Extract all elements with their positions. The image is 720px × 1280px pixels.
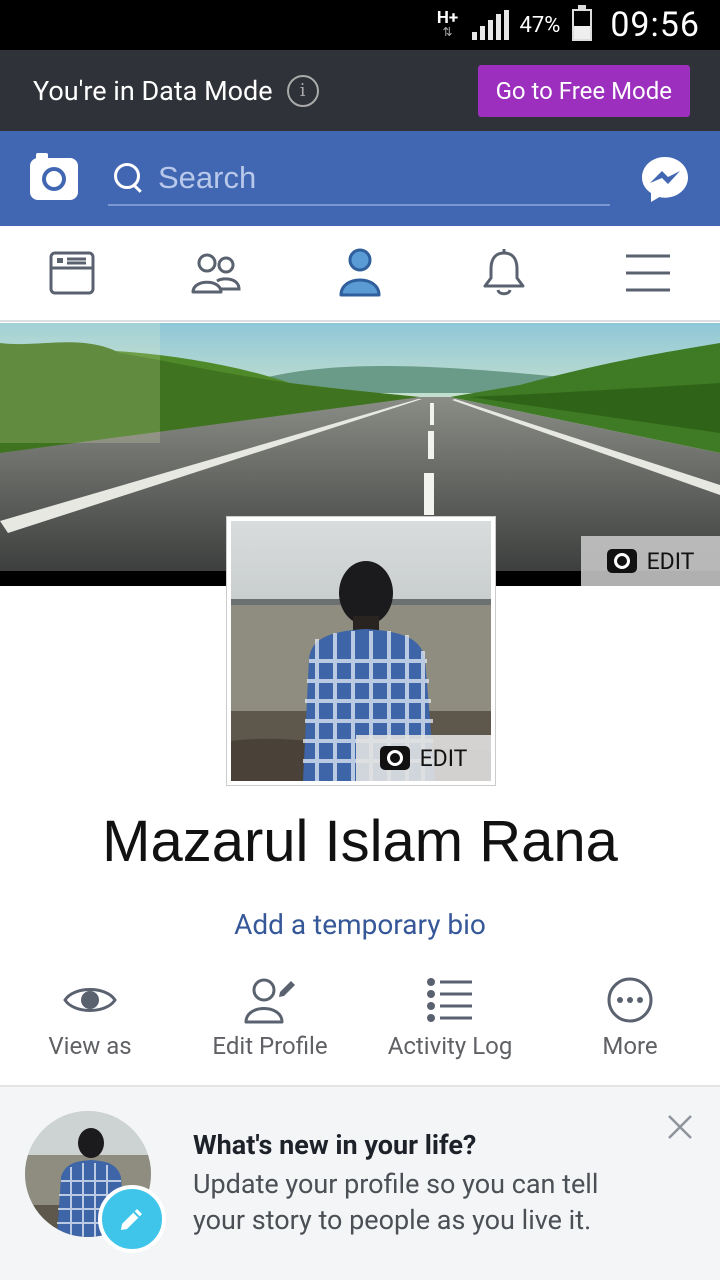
tab-menu[interactable] (603, 228, 693, 318)
add-bio-link[interactable]: Add a temporary bio (0, 908, 720, 941)
close-icon[interactable] (666, 1113, 694, 1141)
profile-name: Mazarul Islam Rana (102, 809, 618, 874)
battery-percent: 47% (519, 12, 561, 38)
messenger-icon[interactable] (640, 155, 690, 203)
battery-icon (572, 5, 593, 41)
prompt-text: Update your profile so you can tell your… (193, 1168, 599, 1236)
picture-edit-label: EDIT (419, 744, 468, 772)
profile-picture[interactable]: EDIT (226, 516, 496, 786)
cover-edit-button[interactable]: EDIT (581, 536, 720, 586)
activity-log-button[interactable]: Activity Log (360, 972, 540, 1082)
free-mode-button[interactable]: Go to Free Mode (477, 64, 690, 117)
top-bar (0, 131, 720, 226)
profile-prompt-card: What's new in your life? Update your pro… (0, 1085, 720, 1280)
search-input[interactable] (158, 159, 578, 196)
view-as-label: View as (48, 1032, 132, 1060)
tab-news-feed[interactable] (27, 228, 117, 318)
info-icon[interactable]: i (286, 74, 319, 107)
more-label: More (602, 1032, 658, 1060)
profile-icon (339, 248, 381, 297)
view-as-button[interactable]: View as (0, 972, 180, 1082)
network-indicator: H+ ⇅ (432, 10, 462, 40)
edit-profile-label: Edit Profile (212, 1032, 328, 1060)
cover-edit-label: EDIT (646, 547, 695, 575)
main-nav (0, 226, 720, 322)
more-icon (607, 977, 653, 1023)
pencil-icon (121, 1209, 142, 1230)
camera-icon (379, 746, 410, 770)
edit-profile-icon (244, 978, 295, 1024)
tab-profile[interactable] (315, 228, 405, 318)
list-icon (427, 978, 472, 1022)
camera-icon[interactable] (30, 152, 78, 200)
picture-edit-button[interactable]: EDIT (356, 735, 491, 781)
tab-friends[interactable] (171, 228, 261, 318)
camera-icon (606, 549, 637, 573)
prompt-title: What's new in your life? (193, 1129, 477, 1161)
search-bar[interactable] (108, 152, 610, 206)
data-mode-banner: You're in Data Mode i Go to Free Mode (0, 50, 720, 131)
tab-notifications[interactable] (459, 228, 549, 318)
edit-profile-button[interactable]: Edit Profile (180, 972, 360, 1082)
edit-pencil-button[interactable] (98, 1185, 166, 1253)
search-icon (114, 162, 144, 193)
menu-icon (626, 254, 670, 292)
news-feed-icon (49, 251, 95, 295)
eye-icon (63, 988, 117, 1012)
data-mode-text: You're in Data Mode (33, 74, 273, 107)
status-bar: H+ ⇅ 47% 09:56 (0, 0, 720, 50)
clock: 09:56 (610, 5, 700, 45)
profile-actions: View as Edit Profile Activity Log More (0, 972, 720, 1082)
signal-icon (472, 10, 510, 40)
friends-icon (191, 253, 241, 294)
more-button[interactable]: More (540, 972, 720, 1082)
notifications-icon (483, 249, 525, 296)
activity-log-label: Activity Log (387, 1032, 513, 1060)
